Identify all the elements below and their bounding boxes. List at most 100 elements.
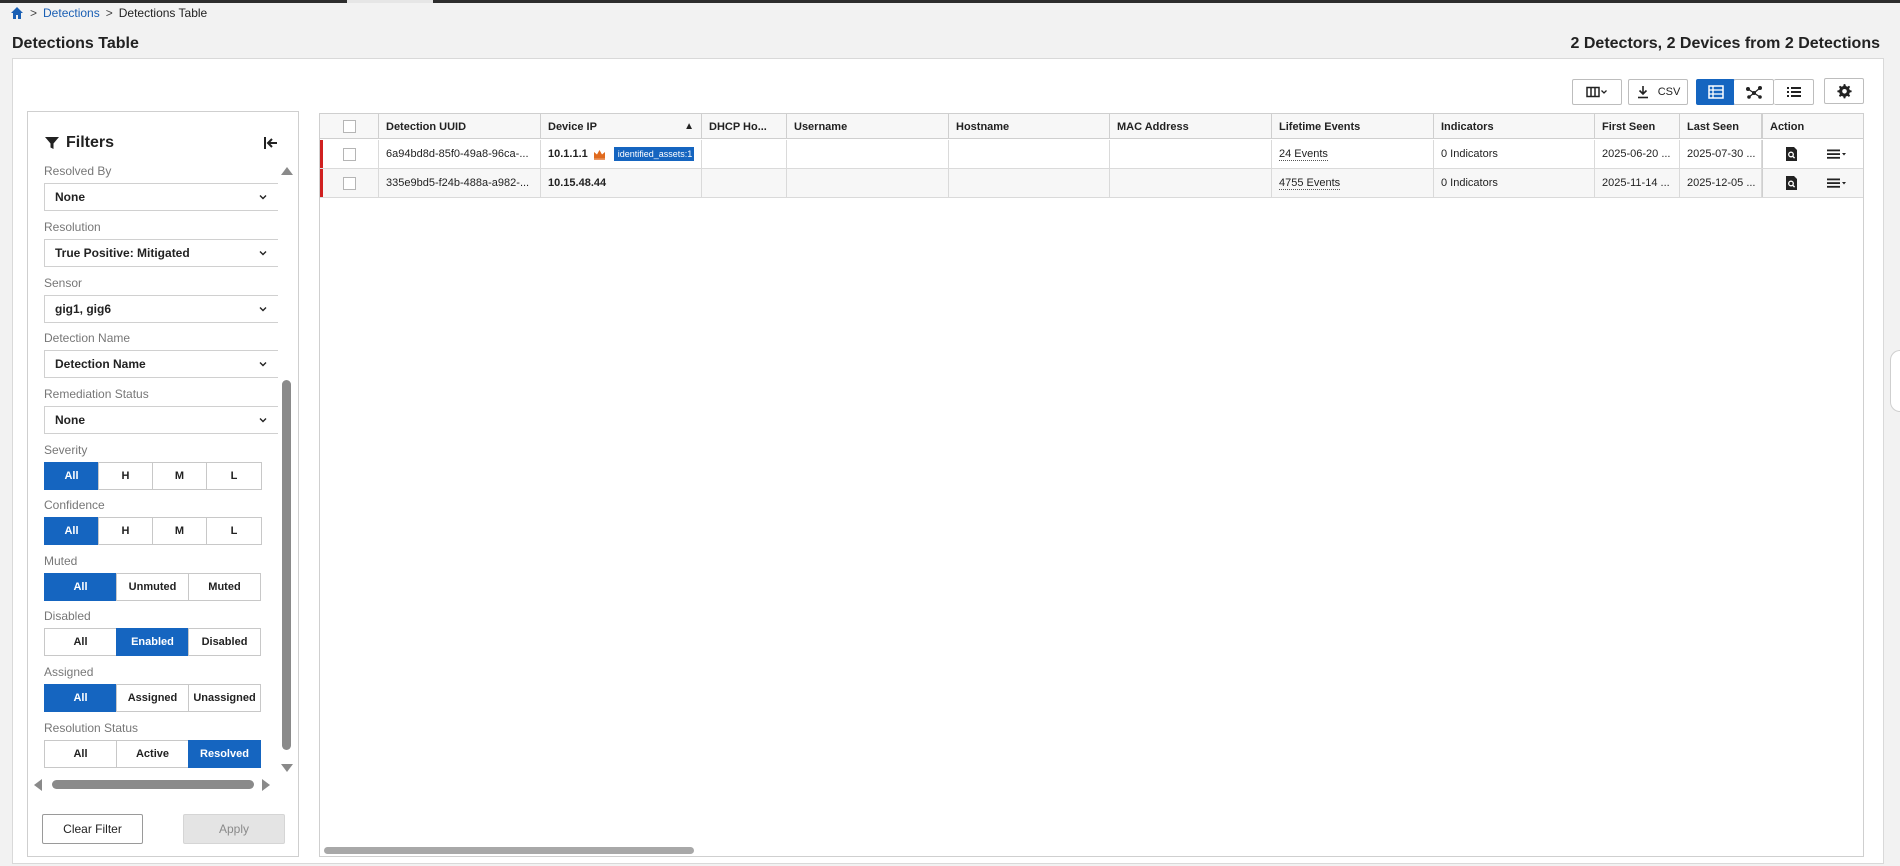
- asset-tag-badge[interactable]: identified_assets:1: [613, 147, 694, 161]
- breadcrumb-link-detections[interactable]: Detections: [43, 6, 100, 20]
- scroll-left-arrow-icon[interactable]: [34, 779, 42, 791]
- cell-mac-address: [1110, 169, 1272, 197]
- select-value: gig1, gig6: [55, 302, 112, 316]
- detection-name-select[interactable]: Detection Name: [44, 350, 278, 378]
- confidence-low-button[interactable]: L: [206, 517, 262, 545]
- select-all-checkbox[interactable]: [342, 120, 356, 133]
- cell-detection-uuid[interactable]: 6a94bd8d-85f0-49a8-96ca-...: [379, 140, 541, 168]
- disabled-enabled-button[interactable]: Enabled: [116, 628, 189, 656]
- cell-action: [1762, 140, 1863, 168]
- scroll-down-arrow-icon[interactable]: [281, 764, 293, 772]
- column-header-username[interactable]: Username: [787, 114, 949, 139]
- list-view-button[interactable]: [1774, 79, 1814, 105]
- column-header-last-seen[interactable]: Last Seen: [1680, 114, 1762, 139]
- resolution-status-resolved-button[interactable]: Resolved: [188, 740, 261, 768]
- side-drawer-tab[interactable]: [1890, 350, 1900, 412]
- disabled-disabled-button[interactable]: Disabled: [188, 628, 261, 656]
- scrollbar-thumb[interactable]: [282, 380, 291, 750]
- graph-view-icon: [1745, 86, 1762, 99]
- sensor-select[interactable]: gig1, gig6: [44, 295, 278, 323]
- scroll-up-arrow-icon[interactable]: [281, 167, 293, 175]
- confidence-medium-button[interactable]: M: [152, 517, 207, 545]
- resolution-status-active-button[interactable]: Active: [116, 740, 189, 768]
- column-header-indicators[interactable]: Indicators: [1434, 114, 1595, 139]
- disabled-all-button[interactable]: All: [44, 628, 117, 656]
- resolved-by-select[interactable]: None: [44, 183, 278, 211]
- severity-high-button[interactable]: H: [98, 462, 153, 490]
- column-header-mac-address[interactable]: MAC Address: [1110, 114, 1272, 139]
- cell-device-ip[interactable]: 10.15.48.44: [541, 169, 702, 197]
- filters-scroll-area: Resolved By None Resolution True Positiv…: [44, 164, 280, 779]
- graph-view-button[interactable]: [1734, 79, 1774, 105]
- column-header-first-seen[interactable]: First Seen: [1595, 114, 1680, 139]
- cell-device-ip[interactable]: 10.1.1.1 identified_assets:1: [541, 140, 702, 168]
- filter-severity: Severity All H M L: [44, 443, 280, 490]
- apply-button[interactable]: Apply: [183, 814, 285, 844]
- severity-toggle-group: All H M L: [44, 462, 280, 490]
- remediation-status-select[interactable]: None: [44, 406, 278, 434]
- resolution-select[interactable]: True Positive: Mitigated: [44, 239, 278, 267]
- confidence-all-button[interactable]: All: [44, 517, 99, 545]
- lifetime-events-link[interactable]: 4755 Events: [1279, 177, 1341, 190]
- column-header-detection-uuid[interactable]: Detection UUID: [379, 114, 541, 139]
- assigned-unassigned-button[interactable]: Unassigned: [188, 684, 261, 712]
- device-ip-value[interactable]: 10.1.1.1: [548, 148, 588, 160]
- cell-hostname: [949, 140, 1110, 168]
- table-view-button[interactable]: [1696, 79, 1735, 105]
- settings-button[interactable]: [1824, 78, 1864, 104]
- cell-last-seen: 2025-07-30 ...: [1680, 140, 1762, 168]
- home-icon[interactable]: [10, 6, 24, 20]
- column-header-hostname[interactable]: Hostname: [949, 114, 1110, 139]
- table-row[interactable]: 335e9bd5-f24b-488a-a982-... 10.15.48.44 …: [320, 169, 1863, 198]
- filter-confidence: Confidence All H M L: [44, 498, 280, 545]
- muted-muted-button[interactable]: Muted: [188, 573, 261, 601]
- severity-all-button[interactable]: All: [44, 462, 99, 490]
- cell-action: [1762, 169, 1863, 197]
- scrollbar-thumb[interactable]: [52, 780, 254, 789]
- assigned-all-button[interactable]: All: [44, 684, 117, 712]
- columns-button[interactable]: [1572, 79, 1622, 105]
- filters-horizontal-scrollbar[interactable]: [34, 778, 270, 792]
- lifetime-events-link[interactable]: 24 Events: [1279, 148, 1328, 161]
- severity-medium-button[interactable]: M: [152, 462, 207, 490]
- csv-download-button[interactable]: CSV: [1628, 79, 1688, 105]
- active-tab-marker: [347, 0, 433, 3]
- filter-icon: [45, 137, 59, 149]
- row-menu-icon[interactable]: [1827, 148, 1847, 160]
- filter-label: Detection Name: [44, 331, 131, 345]
- page-title: Detections Table: [12, 35, 139, 52]
- row-checkbox[interactable]: [342, 147, 356, 161]
- filter-resolution: Resolution True Positive: Mitigated: [44, 220, 280, 267]
- cell-username: [787, 169, 949, 197]
- view-details-icon[interactable]: [1785, 146, 1798, 162]
- column-header-dhcp-hostname[interactable]: DHCP Ho...: [702, 114, 787, 139]
- column-header-lifetime-events[interactable]: Lifetime Events: [1272, 114, 1434, 139]
- chevron-down-icon: [259, 418, 267, 423]
- filters-vertical-scrollbar[interactable]: [279, 167, 293, 772]
- confidence-high-button[interactable]: H: [98, 517, 153, 545]
- column-header-device-ip[interactable]: Device IP ▲: [541, 114, 702, 139]
- cell-detection-uuid[interactable]: 335e9bd5-f24b-488a-a982-...: [379, 169, 541, 197]
- scroll-right-arrow-icon[interactable]: [262, 779, 270, 791]
- cell-dhcp-hostname: [702, 169, 787, 197]
- sort-ascending-icon: ▲: [684, 121, 694, 132]
- assigned-assigned-button[interactable]: Assigned: [116, 684, 189, 712]
- row-checkbox[interactable]: [342, 176, 356, 190]
- row-menu-icon[interactable]: [1827, 177, 1847, 189]
- crown-icon: [593, 149, 605, 160]
- resolution-status-all-button[interactable]: All: [44, 740, 117, 768]
- filter-muted: Muted All Unmuted Muted: [44, 554, 280, 601]
- list-view-icon: [1786, 87, 1801, 97]
- view-details-icon[interactable]: [1785, 175, 1798, 191]
- severity-low-button[interactable]: L: [206, 462, 262, 490]
- table-horizontal-scrollbar[interactable]: [324, 847, 694, 854]
- clear-filter-button[interactable]: Clear Filter: [42, 814, 143, 844]
- collapse-left-icon[interactable]: [262, 134, 280, 152]
- muted-unmuted-button[interactable]: Unmuted: [116, 573, 189, 601]
- filter-resolved-by: Resolved By None: [44, 164, 280, 211]
- muted-all-button[interactable]: All: [44, 573, 117, 601]
- cell-last-seen: 2025-12-05 ...: [1680, 169, 1762, 197]
- device-ip-value[interactable]: 10.15.48.44: [548, 177, 606, 189]
- select-value: None: [55, 190, 85, 204]
- table-row[interactable]: 6a94bd8d-85f0-49a8-96ca-... 10.1.1.1 ide…: [320, 140, 1863, 169]
